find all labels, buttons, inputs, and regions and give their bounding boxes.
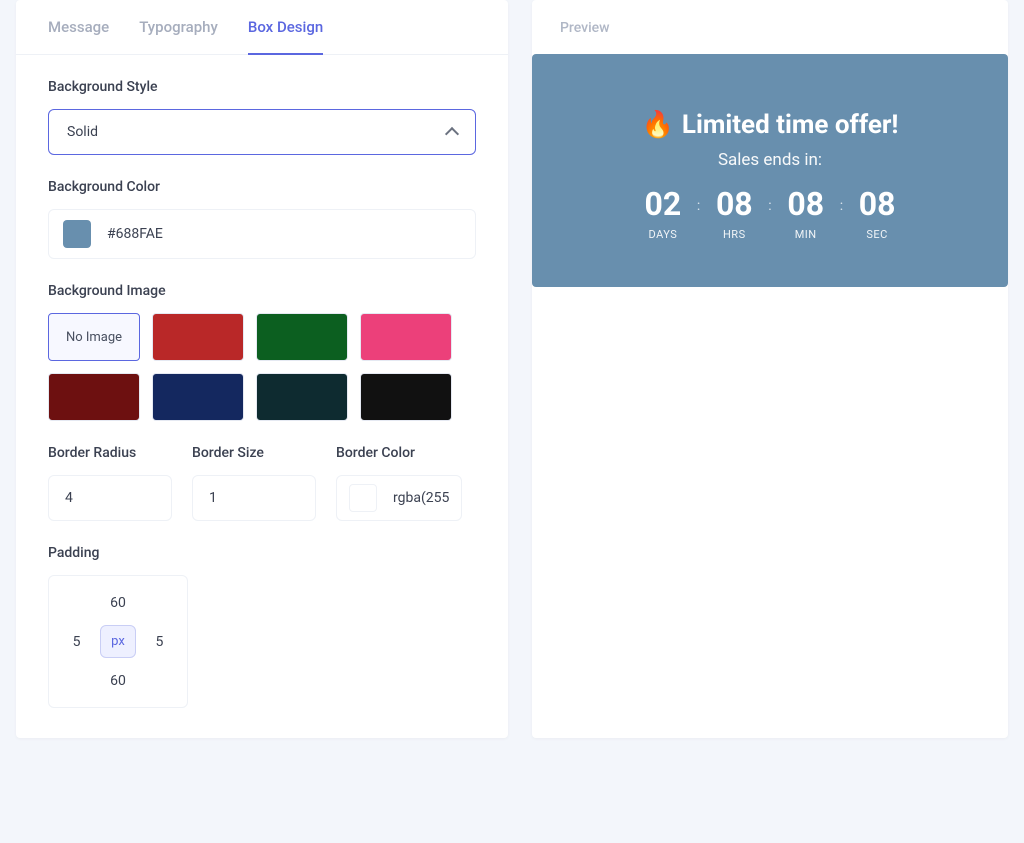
countdown-secs: 08 SEC [851,188,903,241]
border-color-value: rgba(255 [393,490,449,506]
padding-left-input[interactable]: 5 [67,628,87,656]
app-root: Message Typography Box Design Background… [0,0,1024,754]
section-background-color: Background Color #688FAE [16,155,508,259]
preview-panel: Preview 🔥 Limited time offer! Sales ends… [532,0,1008,738]
border-color-label: Border Color [336,445,462,461]
bg-image-option-pink[interactable] [360,313,452,361]
padding-label: Padding [48,545,476,561]
padding-box: 60 5 px 5 60 [48,575,188,708]
countdown-secs-label: SEC [866,228,887,241]
countdown-hours-value: 08 [716,188,753,220]
padding-top-input[interactable]: 60 [104,589,132,617]
countdown-days-label: DAYS [648,228,677,241]
border-size-col: Border Size [192,445,316,521]
background-color-input[interactable]: #688FAE [48,209,476,259]
tabs: Message Typography Box Design [16,0,508,55]
offer-subtitle: Sales ends in: [542,150,998,170]
countdown-days-value: 02 [645,188,682,220]
preview-box: 🔥 Limited time offer! Sales ends in: 02 … [532,54,1008,287]
padding-bottom-input[interactable]: 60 [104,667,132,695]
bg-image-option-navy[interactable] [152,373,244,421]
border-row: Border Radius Border Size Border Color r… [16,421,508,521]
section-padding: Padding 60 5 px 5 60 [16,521,508,708]
settings-panel: Message Typography Box Design Background… [16,0,508,738]
bg-image-option-red[interactable] [152,313,244,361]
background-color-swatch[interactable] [63,220,91,248]
border-radius-input[interactable] [48,475,172,521]
background-image-grid: No Image [48,313,476,421]
fire-icon: 🔥 [642,110,674,140]
background-style-select[interactable]: Solid [48,109,476,155]
countdown-hours-label: HRS [723,228,746,241]
countdown-mins: 08 MIN [780,188,832,241]
section-background-image: Background Image No Image [16,259,508,421]
border-color-swatch[interactable] [349,484,377,512]
preview-label: Preview [532,16,1008,54]
countdown: 02 DAYS : 08 HRS : 08 MIN : 08 SEC [542,188,998,241]
border-size-input[interactable] [192,475,316,521]
background-style-label: Background Style [48,79,476,95]
border-color-input[interactable]: rgba(255 [336,475,462,521]
background-image-label: Background Image [48,283,476,299]
countdown-separator: : [768,188,771,214]
padding-unit-toggle[interactable]: px [100,625,136,658]
chevron-up-icon [445,127,459,141]
bg-image-option-black[interactable] [360,373,452,421]
border-radius-col: Border Radius [48,445,172,521]
background-color-value: #688FAE [107,226,163,242]
tab-typography[interactable]: Typography [139,0,218,54]
countdown-separator: : [840,188,843,214]
tab-box-design[interactable]: Box Design [248,0,323,54]
offer-title-text: Limited time offer! [682,110,899,140]
countdown-days: 02 DAYS [637,188,689,241]
countdown-mins-value: 08 [787,188,824,220]
offer-title: 🔥 Limited time offer! [542,110,998,140]
padding-right-input[interactable]: 5 [149,628,169,656]
background-color-label: Background Color [48,179,476,195]
countdown-secs-value: 08 [859,188,896,220]
bg-image-option-darkred[interactable] [48,373,140,421]
border-size-label: Border Size [192,445,316,461]
border-color-col: Border Color rgba(255 [336,445,462,521]
bg-image-option-none[interactable]: No Image [48,313,140,361]
section-background-style: Background Style Solid [16,55,508,155]
countdown-hours: 08 HRS [708,188,760,241]
bg-image-option-teal[interactable] [256,373,348,421]
border-radius-label: Border Radius [48,445,172,461]
bg-image-option-green[interactable] [256,313,348,361]
tab-message[interactable]: Message [48,0,109,54]
countdown-separator: : [697,188,700,214]
background-style-value: Solid [67,124,98,140]
countdown-mins-label: MIN [795,228,817,241]
